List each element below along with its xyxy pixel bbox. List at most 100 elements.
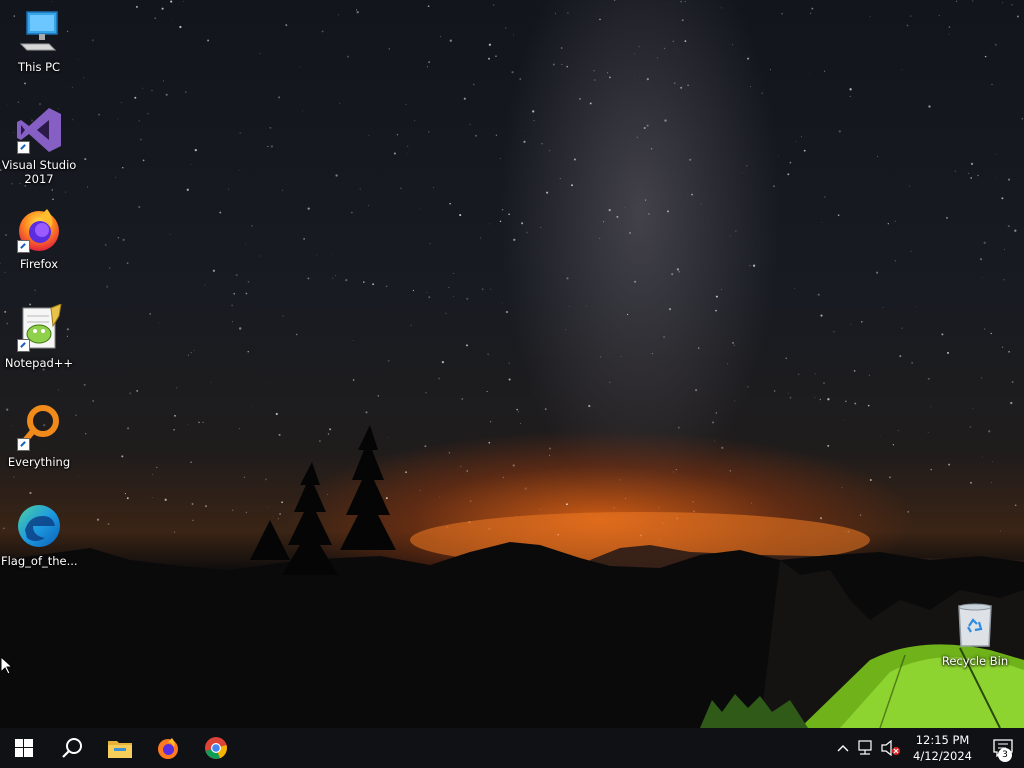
star: [134, 96, 137, 99]
star: [746, 385, 749, 388]
star: [729, 470, 731, 472]
star: [264, 478, 268, 481]
star: [845, 400, 847, 403]
star: [428, 296, 431, 299]
shortcut-arrow-icon: [17, 339, 30, 352]
star: [151, 89, 153, 91]
desktop-icon-notepad-plus-plus[interactable]: Notepad++: [1, 303, 77, 370]
star: [173, 531, 176, 533]
star: [453, 296, 455, 298]
star: [466, 470, 469, 472]
start-button[interactable]: [0, 728, 48, 768]
star: [194, 148, 197, 152]
desktop-icon-visual-studio[interactable]: Visual Studio 2017: [1, 106, 77, 186]
star: [29, 491, 32, 495]
star: [995, 177, 996, 178]
star: [849, 95, 851, 97]
star: [87, 186, 89, 188]
star: [104, 243, 107, 246]
desktop-icon-recycle-bin[interactable]: Recycle Bin: [937, 602, 1013, 668]
star: [972, 407, 974, 409]
star: [541, 143, 543, 145]
star: [207, 39, 210, 42]
show-hidden-icons-button[interactable]: [831, 728, 855, 768]
clock[interactable]: 12:15 PM 4/12/2024: [903, 732, 982, 764]
star: [735, 230, 737, 232]
star: [990, 481, 992, 484]
taskbar-file-explorer[interactable]: [96, 728, 144, 768]
star: [565, 329, 567, 331]
star: [997, 95, 999, 97]
star: [947, 351, 949, 354]
star: [549, 150, 551, 152]
star: [232, 509, 234, 511]
star: [634, 53, 635, 55]
star: [892, 444, 895, 446]
star: [533, 120, 535, 122]
star: [673, 82, 676, 85]
star: [1011, 381, 1014, 383]
star: [1001, 346, 1004, 349]
desktop-icon-firefox[interactable]: Firefox: [1, 205, 77, 271]
network-button[interactable]: [855, 728, 879, 768]
star: [129, 392, 132, 395]
star: [990, 332, 992, 335]
star: [135, 5, 138, 8]
star: [428, 61, 430, 63]
star: [517, 411, 519, 413]
star: [469, 123, 471, 125]
desktop-icon-this-pc[interactable]: This PC: [1, 8, 77, 74]
star: [566, 65, 569, 68]
star: [955, 0, 958, 2]
volume-button[interactable]: [879, 728, 903, 768]
star: [992, 461, 993, 462]
star: [516, 408, 519, 411]
star: [190, 163, 192, 165]
star: [801, 136, 802, 138]
star: [988, 430, 991, 433]
star: [773, 185, 775, 188]
star: [120, 102, 122, 104]
star: [84, 158, 87, 161]
star: [91, 39, 94, 42]
action-center-button[interactable]: 3: [982, 728, 1024, 768]
star: [982, 277, 983, 279]
star: [941, 333, 944, 336]
star: [479, 237, 482, 239]
star: [747, 57, 750, 60]
star: [522, 129, 523, 131]
star: [629, 232, 631, 234]
star: [138, 120, 141, 122]
star: [720, 7, 722, 9]
desktop-icon-flag-edge[interactable]: Flag_of_the...: [1, 502, 78, 568]
star: [329, 428, 332, 431]
star: [1014, 229, 1017, 232]
star: [405, 471, 408, 474]
star: [164, 498, 167, 501]
star: [672, 471, 674, 473]
star: [332, 277, 334, 279]
star: [355, 9, 358, 11]
star: [814, 396, 816, 398]
star: [995, 153, 997, 155]
taskbar-chrome[interactable]: [192, 728, 240, 768]
star: [239, 327, 242, 330]
star: [548, 447, 552, 450]
star: [899, 355, 902, 358]
star: [96, 518, 100, 521]
star: [680, 86, 683, 89]
star: [406, 145, 409, 148]
star: [307, 277, 310, 280]
start-windows-icon: [15, 739, 33, 757]
desktop-icon-everything[interactable]: Everything: [1, 403, 77, 469]
star: [948, 463, 951, 466]
star: [619, 479, 621, 481]
star: [413, 119, 416, 122]
edge-icon: [15, 502, 63, 550]
star: [427, 5, 430, 8]
star: [624, 207, 626, 208]
search-button[interactable]: [48, 728, 96, 768]
taskbar-firefox[interactable]: [144, 728, 192, 768]
star: [212, 269, 216, 272]
star: [151, 497, 153, 499]
